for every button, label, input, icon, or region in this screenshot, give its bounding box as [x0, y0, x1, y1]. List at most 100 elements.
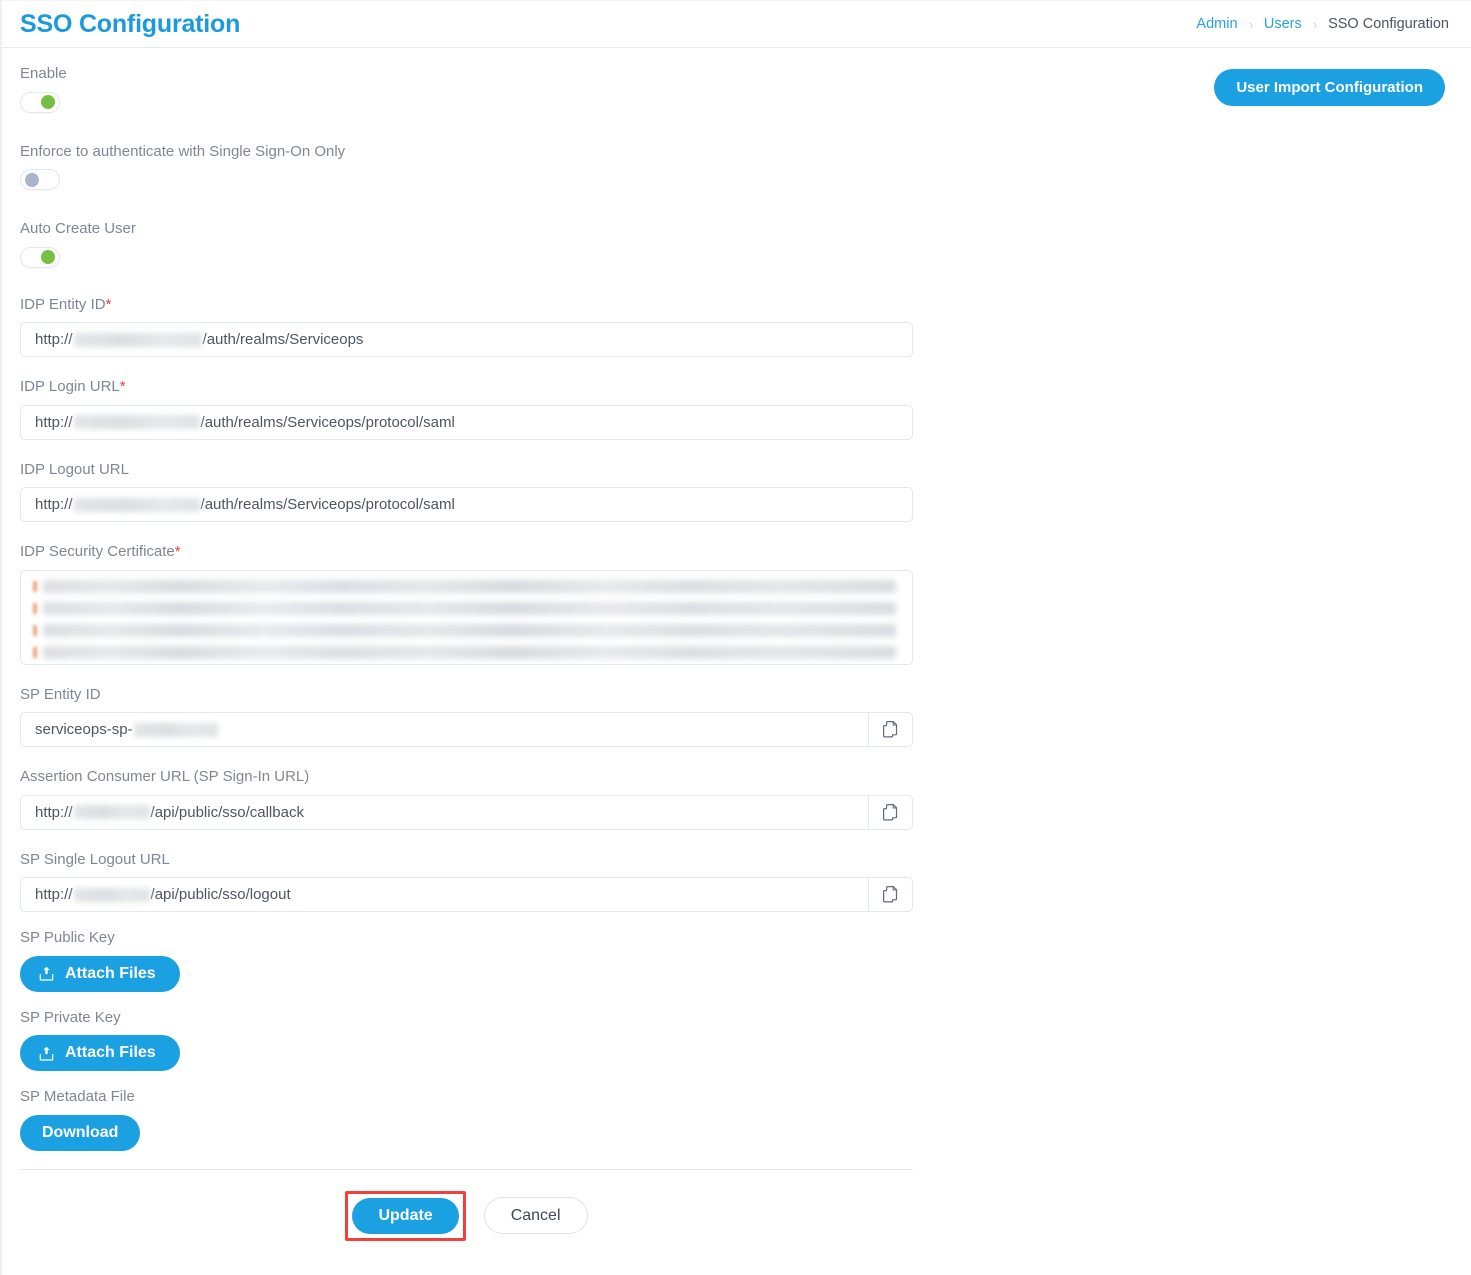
redacted-hostname [73, 415, 200, 429]
field-sp-public-key: SP Public Key Attach Files [20, 929, 913, 992]
toggle-knob [41, 95, 55, 109]
toggle-wrap-auto-create-user [20, 246, 913, 273]
redacted-value [133, 722, 218, 737]
sso-configuration-form: Enable Enforce to authenticate with Sing… [20, 48, 913, 1241]
upload-icon [38, 1045, 55, 1062]
redacted-hostname [73, 332, 202, 347]
label-text: IDP Login URL [20, 378, 120, 395]
breadcrumb-item-sso-configuration: SSO Configuration [1328, 16, 1449, 32]
download-sp-metadata-button[interactable]: Download [20, 1114, 141, 1151]
field-label-idp-security-certificate: IDP Security Certificate* [20, 543, 913, 561]
idp-security-certificate-textarea[interactable] [20, 569, 913, 665]
field-label-sp-public-key: SP Public Key [20, 929, 115, 946]
chevron-right-icon: › [1313, 16, 1317, 32]
page-header: SSO Configuration Admin › Users › SSO Co… [2, 1, 1471, 48]
update-button[interactable]: Update [352, 1197, 459, 1234]
field-label-enable: Enable [20, 65, 67, 82]
upload-icon [38, 965, 55, 982]
copy-assertion-consumer-url-button[interactable] [869, 794, 913, 830]
top-action-row: User Import Configuration [1214, 69, 1445, 106]
redacted-cert-line [33, 579, 900, 593]
redacted-hostname [73, 497, 200, 512]
breadcrumb-item-admin[interactable]: Admin [1196, 16, 1237, 32]
redacted-cert-line [33, 645, 900, 659]
value-suffix: /auth/realms/Serviceops/protocol/saml [200, 413, 455, 431]
redacted-hostname [73, 805, 150, 819]
assertion-consumer-url-row: http:// /api/public/sso/callback [20, 794, 913, 830]
value-suffix: /auth/realms/Serviceops [202, 331, 364, 348]
redacted-bar [43, 601, 896, 615]
value-prefix: http:// [35, 803, 73, 821]
sp-entity-id-input[interactable]: serviceops-sp- [20, 712, 869, 747]
field-label-sp-metadata-file: SP Metadata File [20, 1088, 135, 1105]
redacted-bar [43, 579, 896, 593]
value-prefix: http:// [35, 413, 73, 431]
field-assertion-consumer-url: Assertion Consumer URL (SP Sign-In URL) … [20, 768, 913, 830]
toggle-auto-create-user[interactable] [20, 246, 60, 268]
user-import-configuration-button[interactable]: User Import Configuration [1214, 69, 1445, 106]
breadcrumb-item-users[interactable]: Users [1264, 16, 1302, 32]
idp-entity-id-input[interactable]: http:// /auth/realms/Serviceops [20, 322, 913, 357]
update-button-highlight: Update [345, 1190, 466, 1241]
idp-login-url-input[interactable]: http:// /auth/realms/Serviceops/protocol/… [20, 404, 913, 440]
footer-actions: Update Cancel [20, 1170, 913, 1241]
field-label-enforce-sso: Enforce to authenticate with Single Sign… [20, 142, 346, 160]
required-asterisk: * [119, 378, 126, 395]
redacted-mark [33, 624, 37, 636]
value-prefix: serviceops-sp- [35, 721, 133, 738]
field-label-idp-entity-id: IDP Entity ID* [20, 295, 913, 314]
value-suffix: /api/public/sso/callback [150, 803, 304, 821]
redacted-cert-line [33, 623, 900, 637]
toggle-knob [25, 172, 39, 187]
copy-sp-entity-id-button[interactable] [869, 712, 913, 747]
page-title: SSO Configuration [20, 9, 241, 38]
redacted-hostname [73, 887, 150, 902]
toggle-enable[interactable] [20, 91, 60, 113]
value-prefix: http:// [35, 331, 73, 348]
attach-files-sp-private-key-button[interactable]: Attach Files [20, 1035, 180, 1071]
required-asterisk: * [174, 543, 181, 560]
field-sp-private-key: SP Private Key Attach Files [20, 1008, 913, 1071]
redacted-bar [43, 623, 896, 637]
field-idp-logout-url: IDP Logout URL http:// /auth/realms/Servi… [20, 460, 913, 522]
sp-single-logout-url-input[interactable]: http:// /api/public/sso/logout [20, 877, 869, 912]
field-enable: Enable [20, 65, 913, 118]
field-label-auto-create-user: Auto Create User [20, 220, 136, 237]
cancel-button[interactable]: Cancel [483, 1197, 588, 1234]
toggle-enforce-sso[interactable] [20, 169, 60, 190]
redacted-mark [33, 602, 37, 614]
toggle-knob [41, 250, 55, 264]
field-label-assertion-consumer-url: Assertion Consumer URL (SP Sign-In URL) [20, 768, 310, 785]
attach-files-sp-public-key-button[interactable]: Attach Files [20, 955, 180, 992]
copy-sp-single-logout-url-button[interactable] [869, 877, 913, 912]
field-enforce-sso: Enforce to authenticate with Single Sign… [20, 142, 913, 196]
redacted-mark [33, 646, 37, 658]
field-label-sp-private-key: SP Private Key [20, 1008, 121, 1026]
value-prefix: http:// [35, 496, 73, 513]
sp-single-logout-url-row: http:// /api/public/sso/logout [20, 877, 913, 912]
field-sp-single-logout-url: SP Single Logout URL http:// /api/public/… [20, 851, 913, 912]
sp-entity-id-row: serviceops-sp- [20, 712, 913, 747]
field-auto-create-user: Auto Create User [20, 220, 913, 273]
required-asterisk: * [105, 295, 112, 313]
sso-configuration-page: SSO Configuration Admin › Users › SSO Co… [0, 0, 1471, 1275]
field-sp-metadata-file: SP Metadata File Download [20, 1088, 913, 1151]
field-idp-entity-id: IDP Entity ID* http:// /auth/realms/Servi… [20, 295, 913, 357]
redacted-bar [43, 645, 896, 659]
copy-icon [883, 886, 898, 903]
page-content: User Import Configuration Enable Enforce… [2, 48, 1471, 1241]
breadcrumb: Admin › Users › SSO Configuration [1196, 16, 1449, 32]
attach-files-label: Attach Files [65, 964, 156, 982]
toggle-wrap-enable [20, 91, 913, 118]
assertion-consumer-url-input[interactable]: http:// /api/public/sso/callback [20, 794, 869, 830]
label-text: IDP Security Certificate [20, 543, 175, 560]
field-label-sp-entity-id: SP Entity ID [20, 685, 101, 703]
chevron-right-icon: › [1248, 16, 1253, 32]
redacted-cert-line [33, 601, 900, 615]
toggle-wrap-enforce-sso [20, 169, 913, 195]
copy-icon [883, 803, 898, 821]
field-sp-entity-id: SP Entity ID serviceops-sp- [20, 685, 913, 747]
idp-logout-url-input[interactable]: http:// /auth/realms/Serviceops/protocol/… [20, 487, 913, 522]
field-idp-security-certificate: IDP Security Certificate* [20, 543, 913, 665]
field-label-idp-logout-url: IDP Logout URL [20, 460, 129, 478]
